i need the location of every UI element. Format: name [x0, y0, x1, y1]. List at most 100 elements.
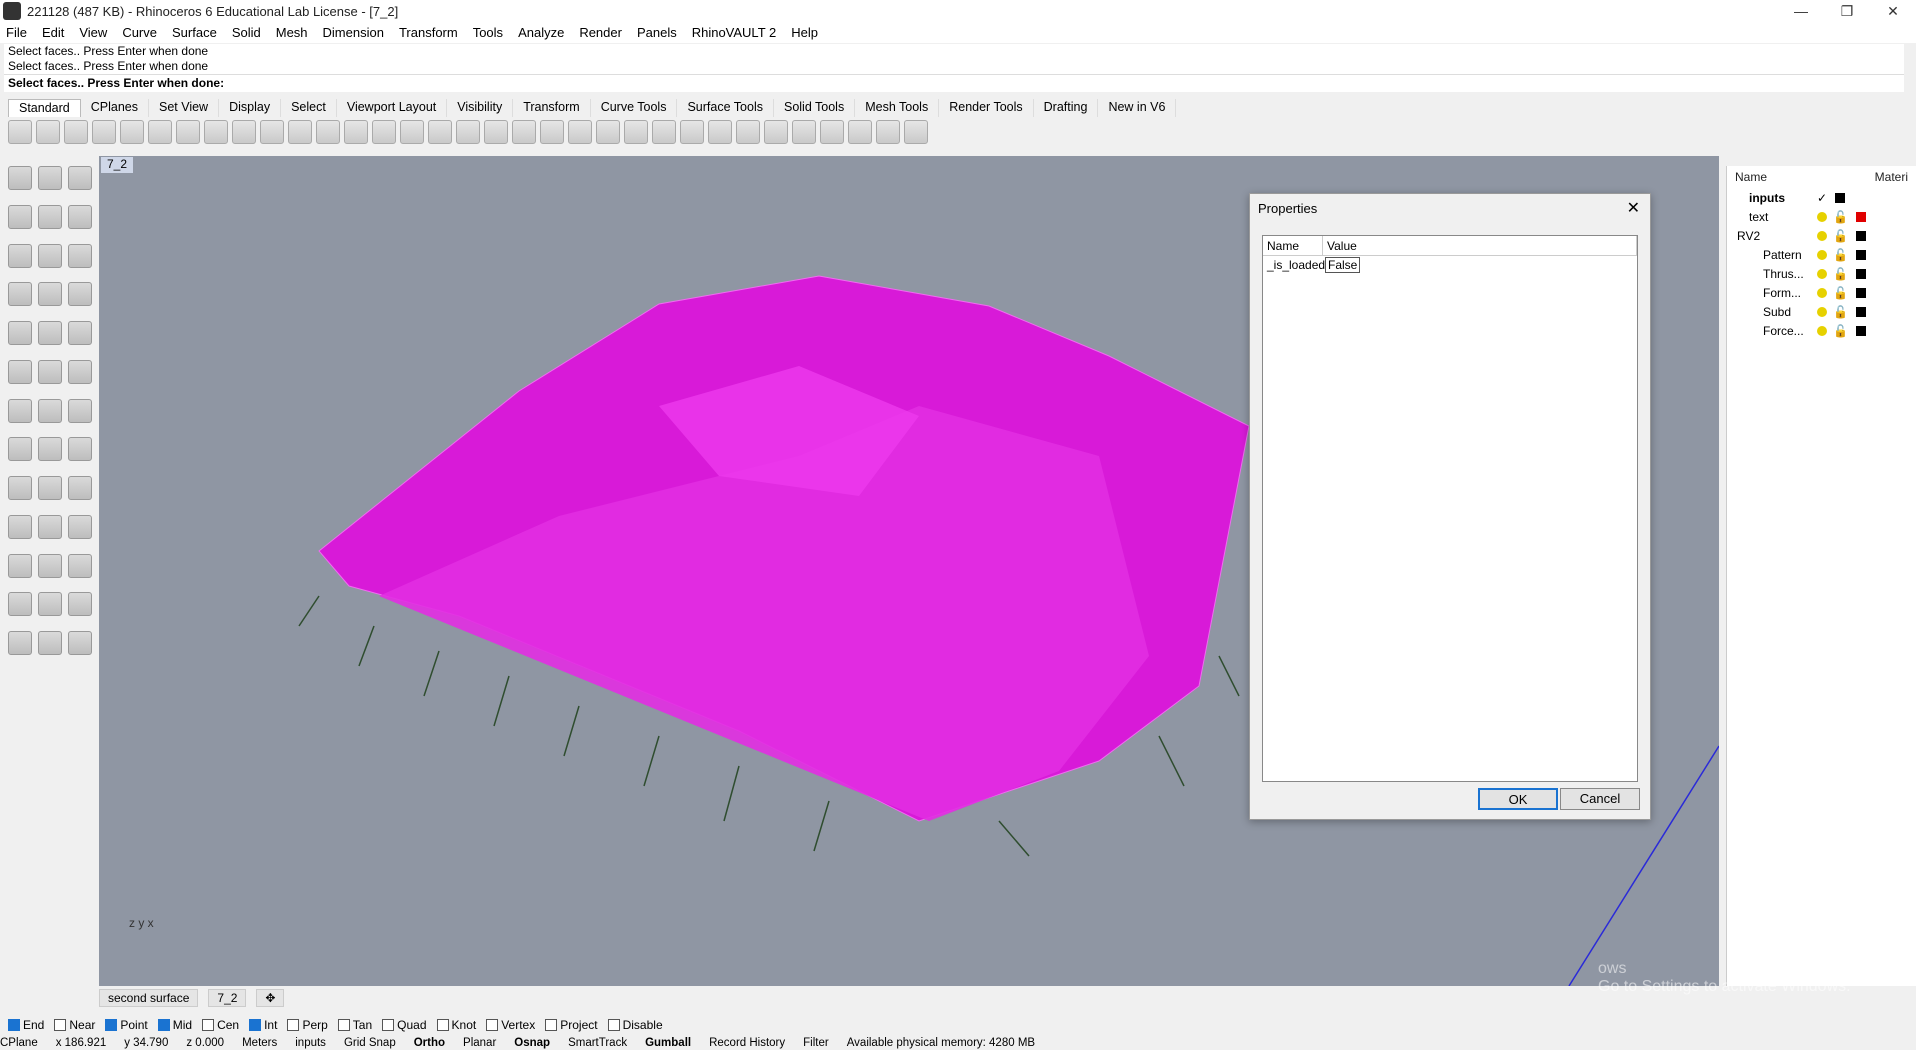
split-icon[interactable]	[8, 514, 32, 539]
box-icon[interactable]	[8, 398, 32, 423]
help-icon[interactable]	[904, 120, 928, 144]
checkbox[interactable]	[54, 1019, 67, 1031]
text-icon[interactable]	[8, 631, 32, 656]
gumball-toggle[interactable]: Gumball	[645, 1037, 691, 1049]
layer-lock-icon[interactable]: 🔓	[1833, 267, 1848, 281]
tab-set-view[interactable]: Set View	[149, 99, 220, 117]
tab-surface-tools[interactable]: Surface Tools	[677, 99, 774, 117]
rv2-boundary-icon[interactable]	[68, 321, 92, 346]
tab-drafting[interactable]: Drafting	[1034, 99, 1099, 117]
checkbox[interactable]	[8, 1019, 20, 1031]
layer-item[interactable]: RV2 🔓	[1727, 226, 1916, 245]
extrude-icon[interactable]	[38, 437, 62, 462]
command-prompt[interactable]: Select faces.. Press Enter when done:	[4, 74, 1904, 92]
flag-icon[interactable]	[792, 120, 816, 144]
cut-icon[interactable]	[148, 120, 172, 144]
filter-toggle[interactable]: Filter	[803, 1037, 829, 1049]
open-icon[interactable]	[36, 120, 60, 144]
menu-dimension[interactable]: Dimension	[323, 25, 384, 40]
osnap-knot[interactable]: Knot	[436, 1018, 476, 1032]
layer-item[interactable]: Pattern 🔓	[1727, 245, 1916, 264]
tab-curve-tools[interactable]: Curve Tools	[591, 99, 678, 117]
checkbox[interactable]	[436, 1019, 449, 1031]
checkbox[interactable]	[202, 1019, 215, 1031]
property-value-field[interactable]: False	[1325, 257, 1361, 273]
layer-color-swatch[interactable]	[1855, 230, 1866, 241]
mesh-icon[interactable]	[8, 476, 32, 501]
layer-lock-icon[interactable]: 🔓	[1833, 305, 1848, 319]
ok-button[interactable]: OK	[1478, 788, 1558, 810]
pan-icon[interactable]	[260, 120, 284, 144]
osnap-disable[interactable]: Disable	[607, 1018, 663, 1032]
viewport-title-tab[interactable]: 7_2	[101, 157, 134, 173]
group-icon[interactable]	[8, 553, 32, 578]
ellipse-icon[interactable]	[38, 243, 62, 268]
globe-icon[interactable]	[876, 120, 900, 144]
menu-help[interactable]: Help	[791, 25, 818, 40]
menu-render[interactable]: Render	[579, 25, 622, 40]
checkbox[interactable]	[382, 1019, 395, 1031]
checkbox[interactable]	[105, 1019, 118, 1031]
layer-visible-icon[interactable]	[1817, 268, 1827, 279]
menu-panels[interactable]: Panels	[637, 25, 677, 40]
layer-visible-icon[interactable]	[1817, 306, 1827, 317]
layer-visible-icon[interactable]	[1817, 325, 1827, 336]
layer-lock-icon[interactable]: 🔓	[1833, 324, 1848, 338]
print-icon[interactable]	[92, 120, 116, 144]
menu-file[interactable]: File	[6, 25, 27, 40]
tab-display[interactable]: Display	[219, 99, 282, 117]
polyline-icon[interactable]	[8, 204, 32, 229]
rv2-equilibrium-icon[interactable]	[68, 514, 92, 539]
viewport-tab[interactable]: second surface	[99, 989, 199, 1007]
rv2-thrust-icon[interactable]	[68, 476, 92, 501]
rv2-supports-icon[interactable]	[68, 359, 92, 384]
rv2-move-icon[interactable]	[68, 592, 92, 617]
paste-icon[interactable]	[204, 120, 228, 144]
osnap-mid[interactable]: Mid	[157, 1018, 192, 1032]
tab-render-tools[interactable]: Render Tools	[939, 99, 1034, 117]
layer-item[interactable]: Thrus... 🔓	[1727, 264, 1916, 283]
osnap-int[interactable]: Int	[249, 1018, 277, 1032]
osnap-quad[interactable]: Quad	[382, 1018, 427, 1032]
rectangle-icon[interactable]	[38, 282, 62, 307]
checkbox[interactable]	[337, 1019, 350, 1031]
point-icon[interactable]	[38, 166, 62, 190]
tab-transform[interactable]: Transform	[513, 99, 591, 117]
menu-rhinovault[interactable]: RhinoVAULT 2	[692, 25, 777, 40]
rv2-open-icon[interactable]	[68, 204, 92, 229]
osnap-project[interactable]: Project	[545, 1018, 598, 1032]
cylinder-icon[interactable]	[8, 437, 32, 462]
tab-mesh-tools[interactable]: Mesh Tools	[855, 99, 940, 117]
record-history-toggle[interactable]: Record History	[709, 1037, 785, 1049]
car-icon[interactable]	[484, 120, 508, 144]
rendered-icon[interactable]	[736, 120, 760, 144]
sphere-icon[interactable]	[764, 120, 788, 144]
cplane-label[interactable]: CPlane	[0, 1037, 38, 1049]
layer-color-swatch[interactable]	[1855, 268, 1866, 279]
restore-button[interactable]: ❐	[1824, 0, 1870, 22]
join-icon[interactable]	[38, 553, 62, 578]
shaded-icon[interactable]	[708, 120, 732, 144]
trim-icon[interactable]	[38, 514, 62, 539]
close-button[interactable]: ✕	[1870, 0, 1916, 22]
light-tool-icon[interactable]	[38, 476, 62, 501]
planar-toggle[interactable]: Planar	[463, 1037, 496, 1049]
new-icon[interactable]	[8, 120, 32, 144]
checkbox[interactable]	[486, 1019, 499, 1031]
layer-color-swatch[interactable]	[1855, 249, 1866, 260]
offset-icon[interactable]	[38, 592, 62, 617]
options-icon[interactable]	[820, 120, 844, 144]
circle-tool-icon[interactable]	[540, 120, 564, 144]
solid-icon[interactable]	[38, 398, 62, 423]
transform-icon[interactable]	[568, 120, 592, 144]
polygon-icon[interactable]	[8, 321, 32, 346]
freeform-icon[interactable]	[38, 321, 62, 346]
circle-icon[interactable]	[8, 243, 32, 268]
checkbox[interactable]	[157, 1019, 170, 1031]
undo-icon[interactable]	[232, 120, 256, 144]
smarttrack-toggle[interactable]: SmartTrack	[568, 1037, 627, 1049]
dimension-icon[interactable]	[38, 631, 62, 656]
cplane-icon[interactable]	[848, 120, 872, 144]
tab-select[interactable]: Select	[281, 99, 337, 117]
checkbox[interactable]	[287, 1019, 300, 1031]
